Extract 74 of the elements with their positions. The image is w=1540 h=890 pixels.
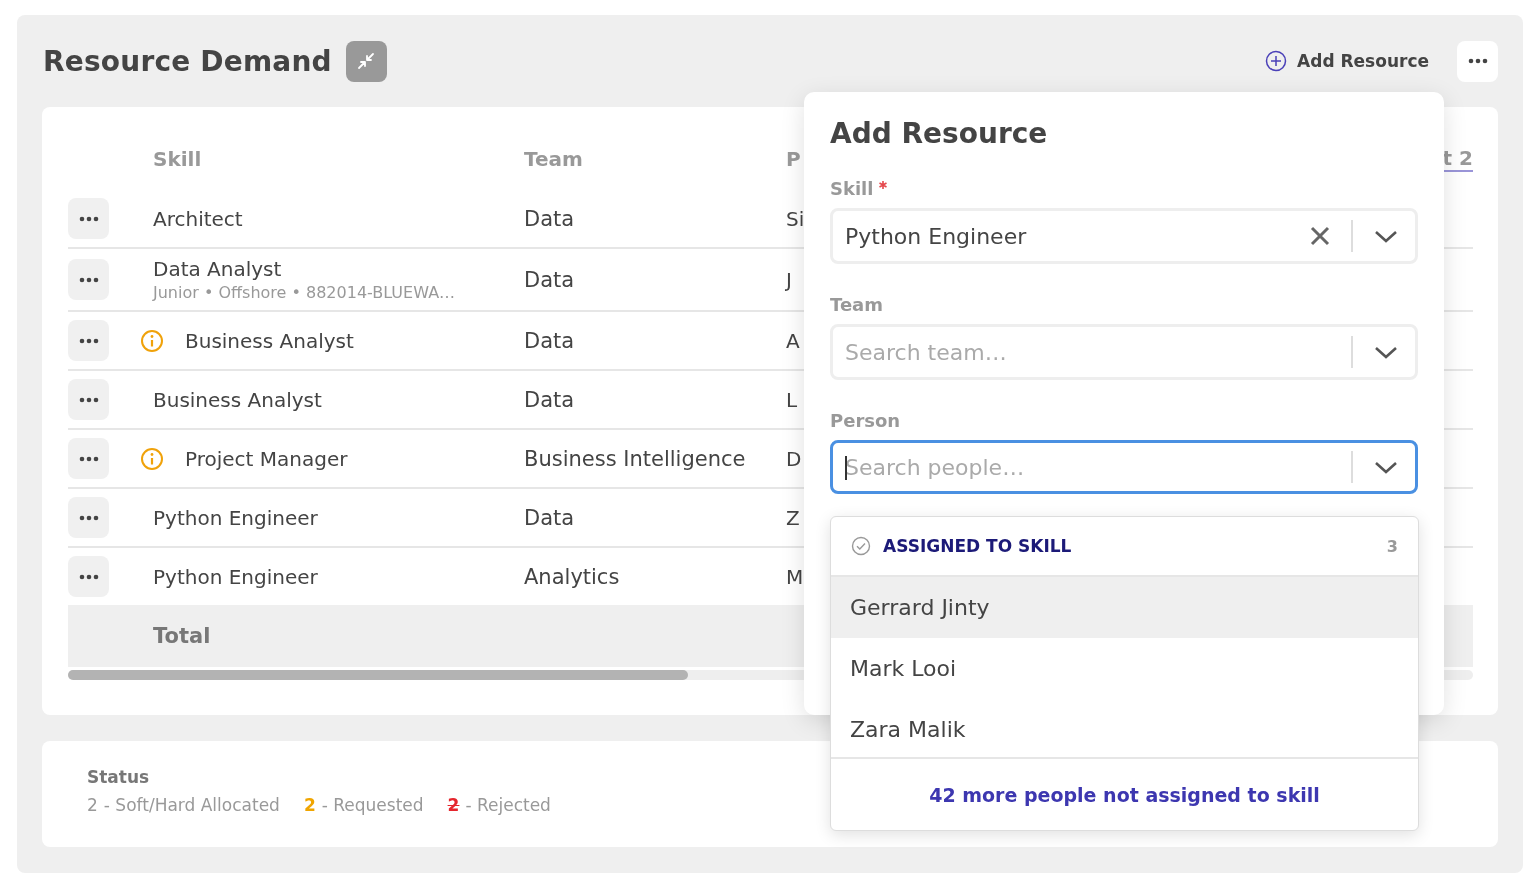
collapse-button[interactable] [345,40,387,82]
team-cell: Data [524,328,575,353]
select-field[interactable]: Python Engineer [830,208,1418,264]
row-menu-button[interactable] [68,198,109,239]
status-label: - Rejected [465,795,551,815]
row-menu-button[interactable] [68,320,109,361]
status-count: 2 [87,795,98,815]
skill-name: Python Engineer [153,505,318,530]
table-cell: J [786,267,792,292]
status-count: 2 [303,795,316,815]
team-cell: Data [524,387,575,412]
select-input[interactable]: Search team… [845,339,1351,365]
skill-name: Business Analyst [153,387,322,412]
skill-name: Architect [153,206,243,231]
clear-icon[interactable] [1310,226,1330,246]
status-label: - Requested [321,795,424,815]
chevron-down-icon[interactable] [1373,344,1399,360]
table-cell: D [786,446,802,471]
skill-name: Business Analyst [185,328,354,353]
field-label: Person [830,410,901,432]
status-count: 2 [447,795,460,815]
more-icon [78,396,99,403]
person-option[interactable]: Gerrard Jinty [831,577,1418,638]
column-header: Skill [152,146,203,171]
more-icon [78,337,99,344]
row-menu-button[interactable] [68,379,109,420]
table-cell: L [786,387,798,412]
team-cell: Data [524,267,575,292]
chevron-down-icon[interactable] [1373,459,1399,475]
collapse-arrows-icon [356,51,377,71]
group-count: 3 [1386,536,1398,556]
team-cell: Business Intelligence [524,446,746,471]
page-title: Resource Demand [43,44,332,78]
row-menu-button[interactable] [68,438,109,479]
plus-circle-icon [1265,50,1288,72]
status-label: - Soft/Hard Allocated [103,795,280,815]
more-icon [1467,58,1488,64]
column-header: Team [524,146,584,171]
team-cell: Data [524,505,575,530]
team-cell: Analytics [524,564,620,589]
field-label: Team [830,294,883,316]
skill-name: Data Analyst [153,257,283,281]
select-input[interactable]: Python Engineer [845,223,1310,249]
select-field[interactable]: Search people… [830,440,1418,494]
more-people-link[interactable]: 42 more people not assigned to skill [929,783,1320,806]
more-icon [78,455,99,462]
add-resource-button[interactable]: Add Resource [1265,50,1429,72]
more-icon [78,215,99,222]
select-input[interactable]: Search people… [845,454,1351,480]
chevron-down-icon[interactable] [1373,228,1399,244]
team-cell: Data [524,206,575,231]
more-icon [78,514,99,521]
status-title: Status [87,767,151,787]
table-cell: Si [786,206,805,231]
row-menu-button[interactable] [68,556,109,597]
more-icon [78,573,99,580]
table-cell: Z [786,505,800,530]
column-header: P [786,146,802,171]
check-circle-icon [851,536,871,556]
table-cell: M [786,564,804,589]
skill-name: Python Engineer [153,564,318,589]
group-heading: ASSIGNED TO SKILL [883,536,1073,556]
skill-details: Junior • Offshore • 882014-BLUEWA… [153,283,456,302]
more-button[interactable] [1457,40,1498,82]
row-menu-button[interactable] [68,259,109,300]
person-option[interactable]: Mark Looi [831,638,1418,699]
total-label: Total [152,624,212,648]
more-icon [78,276,99,283]
row-menu-button[interactable] [68,497,109,538]
table-cell: A [786,328,800,353]
popover-title: Add Resource [830,116,1049,152]
skill-name: Project Manager [185,446,348,471]
person-option[interactable]: Zara Malik [831,699,1418,760]
field-label: Skill [830,178,874,200]
